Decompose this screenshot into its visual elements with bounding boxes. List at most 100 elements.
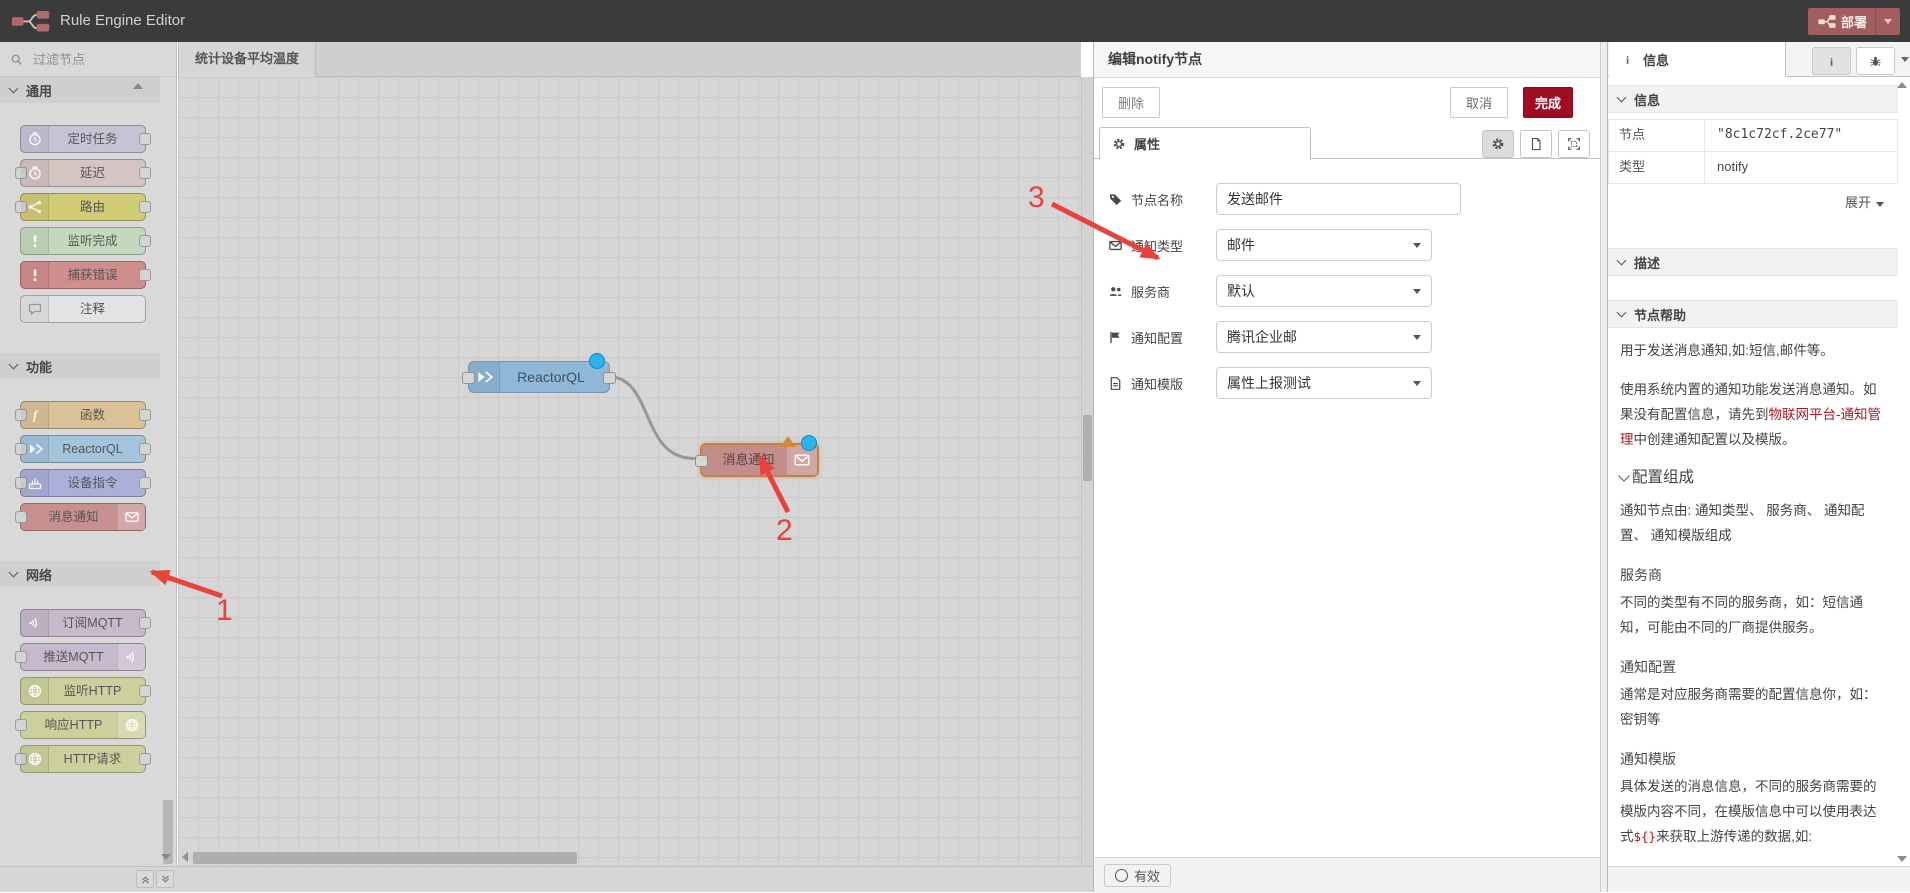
description-view-button[interactable] [1520,130,1552,158]
output-port[interactable] [139,617,151,629]
section-header-description[interactable]: 描述 [1608,248,1898,276]
palette-node[interactable]: 监听HTTP [20,677,146,705]
input-port[interactable] [695,455,708,467]
node-name-input[interactable]: 发送邮件 [1216,183,1461,215]
input-port[interactable] [462,372,475,384]
delete-button[interactable]: 删除 [1102,87,1160,118]
node-enabled-toggle[interactable]: 有效 [1104,864,1171,887]
help-paragraph: 通常是对应服务商需要的配置信息你，如：密钥等 [1620,682,1886,732]
info-scroll-up-arrow[interactable] [1897,82,1907,88]
palette-scroll-up-arrow[interactable] [133,83,143,89]
field-label: 通知模版 [1131,374,1216,393]
app-title: Rule Engine Editor [60,0,185,42]
form-field-row: 通知模版属性上报测试 [1108,367,1586,399]
palette-node[interactable]: ReactorQL [20,435,146,463]
help-paragraph: 用于发送消息通知,如:短信,邮件等。 [1620,338,1886,363]
info-scroll-down-arrow[interactable] [1897,856,1907,862]
palette-node[interactable]: 注释 [20,295,146,323]
canvas-node-reactorql[interactable]: ReactorQL [468,361,610,393]
palette-search[interactable] [0,42,176,77]
cancel-button[interactable]: 取消 [1450,87,1508,118]
expand-all-categories-button[interactable] [156,870,174,888]
collapse-all-categories-button[interactable] [136,870,154,888]
palette-node-label: 推送MQTT [29,644,118,670]
sidebar-menu-caret[interactable] [1901,57,1909,62]
globe-icon [27,683,43,699]
section-header-info[interactable]: 信息 [1608,85,1898,113]
info-row-label: 节点 [1609,120,1705,151]
palette-node[interactable]: 捕获错误 [20,261,146,289]
flag-icon [1108,330,1123,345]
signal-icon [124,649,140,665]
palette-node[interactable]: 定时任务 [20,125,146,153]
svg-text:i: i [1626,54,1629,65]
palette-node[interactable]: 监听完成 [20,227,146,255]
debug-view-button[interactable] [1856,47,1895,75]
help-paragraph: 具体发送的消息信息，不同的服务商需要的模版内容不同，在模版信息中可以使用表达式$… [1620,774,1886,849]
output-port[interactable] [139,201,151,213]
palette-node[interactable]: 消息通知 [20,503,146,531]
palette-category-header[interactable]: 通用 [0,77,160,103]
selected-value: 腾讯企业邮 [1227,329,1297,345]
output-port[interactable] [139,409,151,421]
info-sidebar-body: 信息 节点"8c1c72cf.2ce77"类型notify 展开 描述 节点帮助… [1608,77,1898,867]
palette-node[interactable]: HTTP请求 [20,745,146,773]
envelope-icon [124,509,140,525]
properties-view-button[interactable] [1482,130,1514,158]
palette-search-input[interactable] [31,51,155,68]
canvas-vscrollbar-thumb[interactable] [1083,415,1092,481]
palette-node[interactable]: 延迟 [20,159,146,187]
tab-info[interactable]: i 信息 [1609,42,1786,77]
workspace-tab[interactable]: 统计设备平均温度 [178,42,316,77]
output-port[interactable] [139,753,151,765]
palette-node-label: 订阅MQTT [48,610,137,636]
palette-node[interactable]: 订阅MQTT [20,609,146,637]
output-port[interactable] [139,133,151,145]
notify-config-select[interactable]: 腾讯企业邮 [1216,321,1432,353]
output-port[interactable] [139,269,151,281]
gear-icon [1491,137,1505,151]
help-section-config-composition[interactable]: 配置组成 [1620,466,1886,490]
provider-select[interactable]: 默认 [1216,275,1432,307]
field-label: 通知配置 [1131,328,1216,347]
section-header-node-help[interactable]: 节点帮助 [1608,300,1898,328]
canvas-node-notify[interactable]: 消息通知 [700,443,819,477]
panel-resize-handle[interactable] [1600,42,1607,892]
palette-scroll-down-arrow[interactable] [161,854,171,860]
output-port[interactable] [603,372,616,384]
deploy-button[interactable]: 部署 [1808,8,1900,35]
output-port[interactable] [139,477,151,489]
palette-node[interactable]: 路由 [20,193,146,221]
palette-category-header[interactable]: 网络 [0,561,160,587]
canvas-hscrollbar-thumb[interactable] [193,852,577,864]
input-port[interactable] [15,719,27,731]
input-port[interactable] [15,651,27,663]
flow-canvas[interactable]: ReactorQL 消息通知 [178,77,1081,866]
palette-node-label: ReactorQL [48,436,137,462]
notify-type-select[interactable]: 邮件 [1216,229,1432,261]
palette-category-header[interactable]: 功能 [0,353,160,379]
notify-template-select[interactable]: 属性上报测试 [1216,367,1432,399]
palette-node[interactable]: 推送MQTT [20,643,146,671]
expand-link[interactable]: 展开 [1608,192,1898,214]
input-port[interactable] [15,511,27,523]
chevron-down-icon [9,359,19,369]
palette-node[interactable]: f函数 [20,401,146,429]
canvas-vscrollbar[interactable] [1081,77,1093,866]
output-port[interactable] [139,167,151,179]
canvas-hscroll-left-arrow[interactable] [182,852,188,862]
palette-node[interactable]: 响应HTTP [20,711,146,739]
output-port[interactable] [139,685,151,697]
done-button[interactable]: 完成 [1523,87,1573,118]
envelope-icon [793,451,811,469]
output-port[interactable] [139,235,151,247]
chevron-down-icon [1617,92,1627,102]
palette-node-label: 响应HTTP [29,712,118,738]
tab-properties[interactable]: 属性 [1099,127,1311,160]
info-view-button[interactable]: i [1812,47,1851,75]
deploy-options-caret[interactable] [1875,8,1900,35]
output-port[interactable] [139,443,151,455]
palette-node[interactable]: 设备指令 [20,469,146,497]
globe-icon [124,717,140,733]
appearance-view-button[interactable] [1558,130,1590,158]
